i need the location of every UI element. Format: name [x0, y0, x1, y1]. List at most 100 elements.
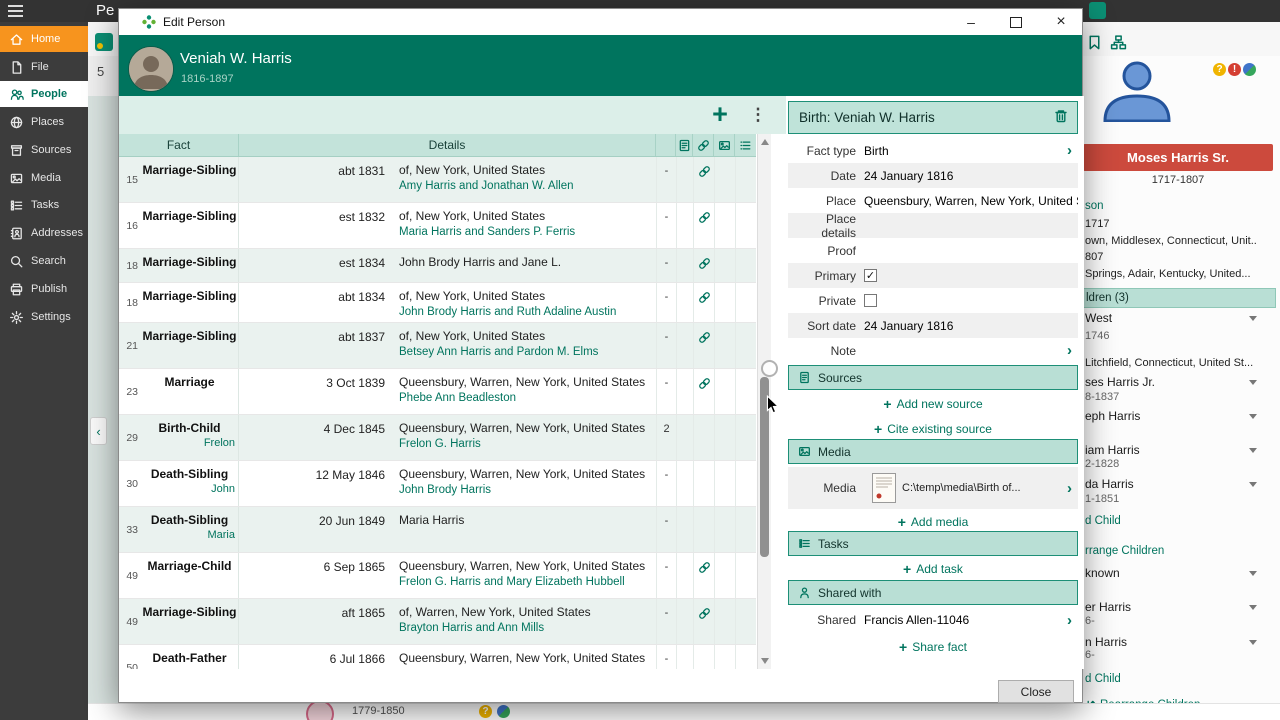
column-header-fact[interactable]: Fact [119, 134, 239, 156]
chevron-right-icon[interactable]: › [1063, 480, 1078, 497]
shared-with-section-header[interactable]: Shared with [788, 580, 1078, 605]
sidebar-item-addresses[interactable]: Addresses [0, 220, 88, 246]
add-child-link[interactable]: d Child [1085, 673, 1257, 685]
tree-link[interactable]: son [1085, 200, 1257, 212]
sidebar-item-publish[interactable]: Publish [0, 276, 88, 302]
scroll-up-arrow[interactable] [761, 139, 769, 145]
webhint-icon[interactable] [1243, 63, 1256, 76]
private-checkbox[interactable] [864, 294, 877, 307]
field-proof[interactable]: Proof [788, 238, 1078, 263]
chevron-down-icon[interactable] [1249, 379, 1257, 385]
tree-person-row[interactable]: known [1085, 566, 1257, 580]
field-place[interactable]: Place Queensbury, Warren, New York, Unit… [788, 188, 1078, 213]
chevron-down-icon[interactable] [1249, 570, 1257, 576]
field-date[interactable]: Date 24 January 1816 [788, 163, 1078, 188]
fact-row[interactable]: 49 Marriage-Child 6 Sep 1865 Queensbury,… [119, 553, 756, 599]
add-fact-button[interactable]: + [705, 95, 735, 133]
chevron-down-icon[interactable] [1249, 447, 1257, 453]
maximize-button[interactable] [999, 9, 1033, 35]
link-cell[interactable] [693, 157, 714, 202]
tree-person-row[interactable]: n Harris [1085, 635, 1257, 649]
sources-section-header[interactable]: Sources [788, 365, 1078, 390]
tree-person-row[interactable]: iam Harris [1085, 443, 1257, 457]
fact-row[interactable]: 50 Death-Father 6 Jul 1866 Queensbury, W… [119, 645, 756, 669]
tree-person-row[interactable]: da Harris [1085, 477, 1257, 491]
fact-row[interactable]: 18 Marriage-Sibling est 1834 John Brody … [119, 249, 756, 283]
media-row[interactable]: Media C:\temp\media\Birth of... › [788, 467, 1078, 509]
problem-icon[interactable]: ? [479, 705, 492, 718]
org-chart-icon[interactable] [1110, 34, 1127, 56]
tree-person-row[interactable]: eph Harris [1085, 409, 1257, 423]
problem-icon[interactable]: ? [1213, 63, 1226, 76]
dialog-titlebar[interactable]: Edit Person – × [119, 9, 1082, 35]
field-primary[interactable]: Primary ✓ [788, 263, 1078, 288]
sidebar-item-sources[interactable]: Sources [0, 137, 88, 163]
chevron-right-icon[interactable]: › [1063, 612, 1078, 629]
sidebar-item-places[interactable]: Places [0, 109, 88, 135]
scroll-down-arrow[interactable] [761, 658, 769, 664]
sidebar-item-settings[interactable]: Settings [0, 304, 88, 330]
collapse-panel-button[interactable]: ‹ [90, 417, 107, 445]
fact-row[interactable]: 21 Marriage-Sibling abt 1837 of, New Yor… [119, 323, 756, 369]
field-note[interactable]: Note › [788, 338, 1078, 363]
fact-options-button[interactable]: ⋮ [747, 96, 769, 134]
alert-icon[interactable]: ! [1228, 63, 1241, 76]
app-icon[interactable] [1089, 2, 1106, 19]
fact-row[interactable]: 15 Marriage-Sibling abt 1831 of, New Yor… [119, 157, 756, 203]
chevron-down-icon[interactable] [1249, 315, 1257, 321]
tree-person-row[interactable]: ses Harris Jr. [1085, 375, 1257, 389]
link-cell[interactable] [693, 323, 714, 368]
link-cell[interactable] [693, 599, 714, 644]
sidebar-item-tasks[interactable]: Tasks [0, 192, 88, 218]
link-cell[interactable] [693, 203, 714, 248]
webhint-icon[interactable] [497, 705, 510, 718]
sidebar-item-media[interactable]: Media [0, 165, 88, 191]
chevron-right-icon[interactable]: › [1063, 342, 1078, 359]
bookmark-icon[interactable] [1086, 34, 1103, 56]
person-name-badge[interactable]: Moses Harris Sr. [1083, 144, 1273, 171]
sidebar-item-home[interactable]: Home [0, 26, 88, 52]
add-task-link[interactable]: + Add task [788, 561, 1078, 577]
fact-row[interactable]: 49 Marriage-Sibling aft 1865 of, Warren,… [119, 599, 756, 645]
sidebar-item-people[interactable]: People [0, 81, 88, 107]
chevron-down-icon[interactable] [1249, 413, 1257, 419]
cite-existing-source-link[interactable]: + Cite existing source [788, 421, 1078, 437]
media-section-header[interactable]: Media [788, 439, 1078, 464]
fact-row[interactable]: 33 Death-Sibling Maria 20 Jun 1849 Maria … [119, 507, 756, 553]
tree-share-icon[interactable] [95, 33, 113, 51]
primary-checkbox[interactable]: ✓ [864, 269, 877, 282]
rearrange-children-link[interactable]: rrange Children [1085, 545, 1257, 557]
chevron-down-icon[interactable] [1249, 639, 1257, 645]
chevron-right-icon[interactable]: › [1063, 142, 1078, 159]
link-cell[interactable] [693, 283, 714, 322]
link-cell[interactable] [693, 249, 714, 282]
fact-row[interactable]: 30 Death-Sibling John 12 May 1846 Queensb… [119, 461, 756, 507]
trash-icon[interactable] [1053, 108, 1069, 127]
add-child-link[interactable]: d Child [1085, 515, 1257, 527]
share-fact-link[interactable]: + Share fact [788, 639, 1078, 655]
link-cell[interactable] [693, 553, 714, 598]
fact-row[interactable]: 18 Marriage-Sibling abt 1834 of, New Yor… [119, 283, 756, 323]
minimize-button[interactable]: – [954, 9, 988, 35]
avatar[interactable] [128, 46, 174, 92]
sidebar-item-file[interactable]: File [0, 54, 88, 80]
close-button[interactable]: Close [998, 680, 1074, 703]
field-private[interactable]: Private [788, 288, 1078, 313]
sidebar-item-search[interactable]: Search [0, 248, 88, 274]
field-place-details[interactable]: Place details [788, 212, 1078, 240]
tree-person-row[interactable]: West [1085, 311, 1257, 325]
fact-row[interactable]: 29 Birth-Child Frelon 4 Dec 1845 Queensbu… [119, 415, 756, 461]
chevron-down-icon[interactable] [1249, 604, 1257, 610]
column-header-details[interactable]: Details [239, 134, 656, 156]
fact-row[interactable]: 16 Marriage-Sibling est 1832 of, New Yor… [119, 203, 756, 249]
menu-icon[interactable] [8, 5, 23, 17]
tasks-section-header[interactable]: Tasks [788, 531, 1078, 556]
add-new-source-link[interactable]: + Add new source [788, 396, 1078, 412]
field-sort-date[interactable]: Sort date 24 January 1816 [788, 313, 1078, 338]
close-window-button[interactable]: × [1044, 9, 1078, 35]
shared-row[interactable]: Shared Francis Allen-11046 › [788, 608, 1078, 632]
add-media-link[interactable]: + Add media [788, 514, 1078, 530]
link-cell[interactable] [693, 369, 714, 414]
chevron-down-icon[interactable] [1249, 481, 1257, 487]
media-thumbnail[interactable] [872, 473, 896, 503]
